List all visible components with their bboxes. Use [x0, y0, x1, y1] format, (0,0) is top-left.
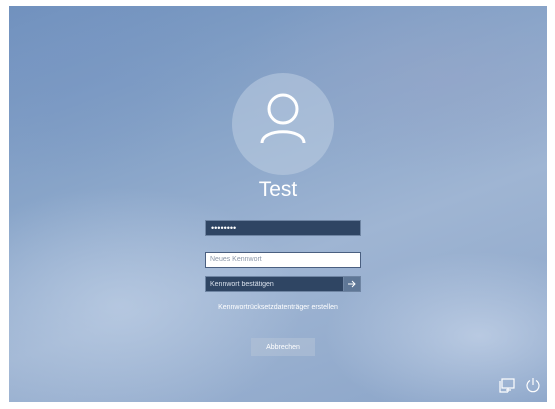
- username-label: Test: [258, 178, 298, 201]
- network-button[interactable]: [498, 376, 516, 394]
- submit-button[interactable]: [343, 276, 361, 292]
- cancel-button[interactable]: Abbrechen: [251, 338, 315, 356]
- power-button[interactable]: [524, 376, 542, 394]
- user-icon: [260, 93, 306, 144]
- lock-screen: Test •••••••• Kennwortrücksetzdatenträge…: [9, 6, 547, 402]
- confirm-password-input[interactable]: [205, 276, 343, 292]
- new-password-wrapper: [205, 248, 361, 268]
- network-icon: [499, 378, 515, 393]
- new-password-input[interactable]: [205, 251, 361, 268]
- current-password-field[interactable]: ••••••••: [205, 220, 361, 236]
- power-icon: [526, 378, 540, 393]
- user-avatar: [232, 73, 334, 175]
- create-reset-disk-link[interactable]: Kennwortrücksetzdatenträger erstellen: [9, 304, 547, 311]
- confirm-password-wrapper: [205, 276, 361, 292]
- arrow-right-icon: [348, 280, 356, 288]
